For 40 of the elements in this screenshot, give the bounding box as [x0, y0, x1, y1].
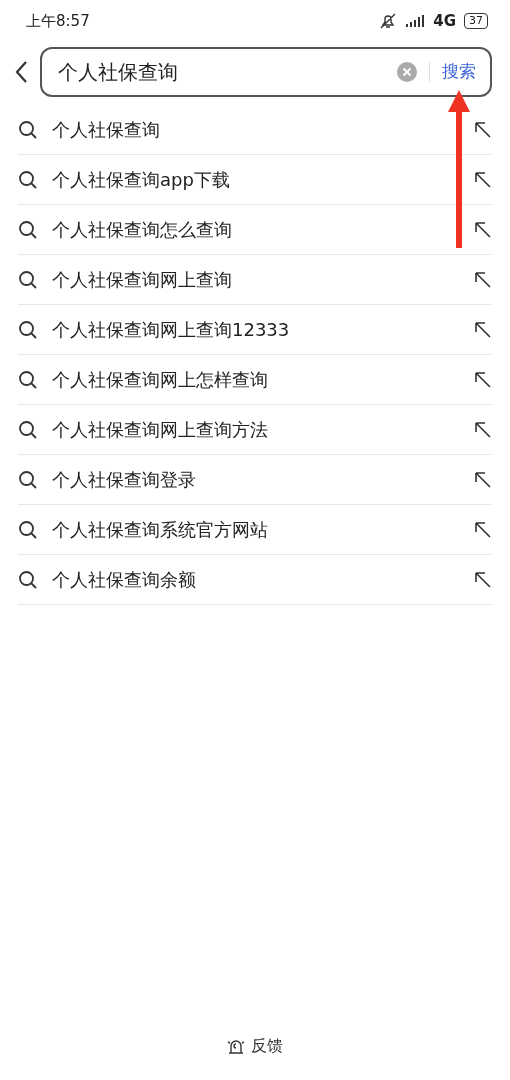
suggestion-item[interactable]: 个人社保查询网上查询12333 [52, 316, 460, 343]
suggestion-item[interactable]: 个人社保查询网上怎样查询 [52, 366, 460, 393]
search-icon [18, 569, 38, 590]
fill-arrow-icon[interactable] [474, 170, 492, 189]
suggestion-item[interactable]: 个人社保查询 [52, 116, 460, 143]
fill-arrow-icon[interactable] [474, 470, 492, 489]
fill-arrow-icon[interactable] [474, 420, 492, 439]
fill-arrow-icon[interactable] [474, 120, 492, 139]
feedback-link[interactable]: 反馈 [251, 1034, 283, 1058]
signal-icon [405, 14, 426, 28]
fill-arrow-icon[interactable] [474, 570, 492, 589]
search-icon [18, 219, 38, 240]
fill-arrow-icon[interactable] [474, 270, 492, 289]
suggestion-item[interactable]: 个人社保查询网上查询方法 [52, 416, 460, 443]
fill-arrow-icon[interactable] [474, 220, 492, 239]
search-icon [18, 169, 38, 190]
search-icon [18, 369, 38, 390]
status-time: 上午8:57 [26, 10, 90, 32]
search-icon [18, 419, 38, 440]
suggestion-item[interactable]: 个人社保查询余额 [52, 566, 460, 593]
suggestion-item[interactable]: 个人社保查询网上查询 [52, 266, 460, 293]
search-icon [18, 469, 38, 490]
network-label: 4G [433, 10, 456, 32]
search-icon [18, 319, 38, 340]
suggestion-item[interactable]: 个人社保查询登录 [52, 466, 460, 493]
fill-arrow-icon[interactable] [474, 320, 492, 339]
suggestion-item[interactable]: 个人社保查询系统官方网站 [52, 516, 460, 543]
feedback-icon[interactable] [227, 1037, 245, 1055]
fill-arrow-icon[interactable] [474, 370, 492, 389]
muted-bell-icon [379, 12, 398, 30]
back-icon[interactable] [14, 60, 28, 84]
search-icon [18, 519, 38, 540]
battery-indicator: 37 [464, 13, 488, 29]
suggestion-item[interactable]: 个人社保查询怎么查询 [52, 216, 460, 243]
suggestion-item[interactable]: 个人社保查询app下载 [52, 166, 460, 193]
search-icon [18, 269, 38, 290]
search-icon [18, 119, 38, 140]
fill-arrow-icon[interactable] [474, 520, 492, 539]
search-field[interactable]: 个人社保查询 搜索 [40, 47, 492, 97]
search-button[interactable]: 搜索 [442, 59, 476, 85]
